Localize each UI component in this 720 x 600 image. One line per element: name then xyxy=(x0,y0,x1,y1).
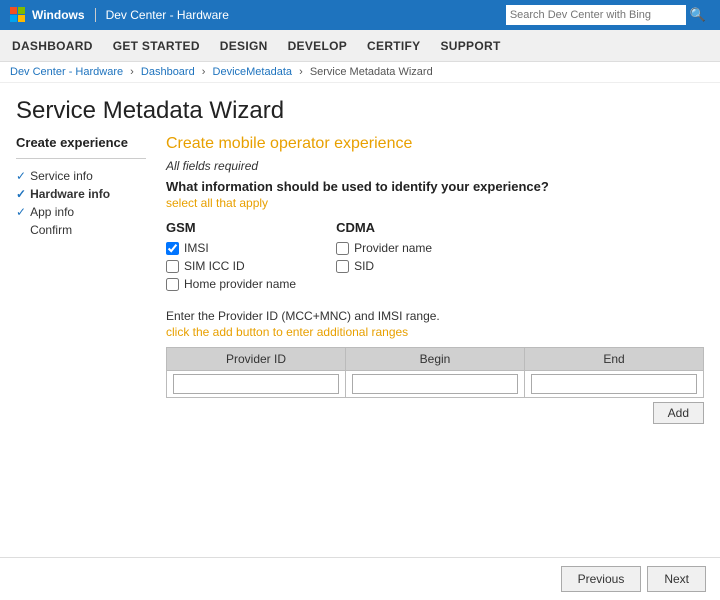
add-row: Add xyxy=(166,402,704,424)
gsm-title: GSM xyxy=(166,220,296,235)
page-title: Service Metadata Wizard xyxy=(0,83,720,135)
sidebar-item-service-info[interactable]: ✓ Service info xyxy=(16,167,146,185)
main-layout: Create experience ✓ Service info ✓ Hardw… xyxy=(0,135,720,424)
next-button[interactable]: Next xyxy=(647,566,706,592)
content-area: Create mobile operator experience All fi… xyxy=(166,135,704,424)
check-icon-confirm: ✓ xyxy=(16,223,26,237)
section-title: Create mobile operator experience xyxy=(166,135,704,153)
table-header-begin: Begin xyxy=(346,348,525,371)
topbar-logo: Windows xyxy=(10,7,85,23)
begin-input[interactable] xyxy=(352,374,518,394)
all-fields-required: All fields required xyxy=(166,159,704,173)
sidebar-label-hardware: Hardware info xyxy=(30,187,110,201)
gsm-group: GSM IMSI SIM ICC ID Home provider name xyxy=(166,220,296,295)
gsm-sim-icc-row: SIM ICC ID xyxy=(166,259,296,273)
checkbox-groups: GSM IMSI SIM ICC ID Home provider name C… xyxy=(166,220,704,295)
sidebar-divider xyxy=(16,158,146,159)
search-input[interactable] xyxy=(506,5,686,25)
nav-get-started[interactable]: GET STARTED xyxy=(111,33,202,59)
navbar: DASHBOARD GET STARTED DESIGN DEVELOP CER… xyxy=(0,30,720,62)
check-icon-app: ✓ xyxy=(16,205,26,219)
nav-develop[interactable]: DEVELOP xyxy=(286,33,349,59)
end-cell xyxy=(525,371,704,398)
cdma-provider-checkbox[interactable] xyxy=(336,242,349,255)
sidebar-item-confirm[interactable]: ✓ Confirm xyxy=(16,221,146,239)
table-header-end: End xyxy=(525,348,704,371)
gsm-home-provider-row: Home provider name xyxy=(166,277,296,291)
gsm-sim-icc-label: SIM ICC ID xyxy=(184,259,245,273)
begin-cell xyxy=(346,371,525,398)
sidebar-label-service: Service info xyxy=(30,169,93,183)
add-button[interactable]: Add xyxy=(653,402,704,424)
topbar: Windows Dev Center - Hardware 🔍 xyxy=(0,0,720,30)
gsm-home-provider-checkbox[interactable] xyxy=(166,278,179,291)
gsm-home-provider-label: Home provider name xyxy=(184,277,296,291)
add-range-link[interactable]: click the add button to enter additional… xyxy=(166,325,704,339)
provider-table: Provider ID Begin End xyxy=(166,347,704,398)
bottom-bar: Previous Next xyxy=(0,557,720,600)
sidebar: Create experience ✓ Service info ✓ Hardw… xyxy=(16,135,146,424)
sidebar-item-hardware-info[interactable]: ✓ Hardware info xyxy=(16,185,146,203)
cdma-sid-row: SID xyxy=(336,259,432,273)
table-input-row xyxy=(167,371,704,398)
sidebar-title: Create experience xyxy=(16,135,146,150)
gsm-imsi-checkbox[interactable] xyxy=(166,242,179,255)
table-header-provider-id: Provider ID xyxy=(167,348,346,371)
cdma-title: CDMA xyxy=(336,220,432,235)
check-icon-hardware: ✓ xyxy=(16,187,26,201)
breadcrumb-item-2[interactable]: DeviceMetadata xyxy=(213,66,293,78)
previous-button[interactable]: Previous xyxy=(561,566,642,592)
windows-logo-icon xyxy=(10,7,26,23)
breadcrumb-item-0[interactable]: Dev Center - Hardware xyxy=(10,66,123,78)
question-label: What information should be used to ident… xyxy=(166,179,704,194)
cdma-provider-row: Provider name xyxy=(336,241,432,255)
gsm-imsi-label: IMSI xyxy=(184,241,209,255)
gsm-imsi-row: IMSI xyxy=(166,241,296,255)
gsm-sim-icc-checkbox[interactable] xyxy=(166,260,179,273)
cdma-group: CDMA Provider name SID xyxy=(336,220,432,295)
breadcrumb-item-1[interactable]: Dashboard xyxy=(141,66,195,78)
provider-text: Enter the Provider ID (MCC+MNC) and IMSI… xyxy=(166,309,704,323)
sidebar-label-app: App info xyxy=(30,205,74,219)
nav-certify[interactable]: CERTIFY xyxy=(365,33,422,59)
select-all-link[interactable]: select all that apply xyxy=(166,196,704,210)
cdma-provider-label: Provider name xyxy=(354,241,432,255)
provider-id-input[interactable] xyxy=(173,374,339,394)
sidebar-item-app-info[interactable]: ✓ App info xyxy=(16,203,146,221)
search-button[interactable]: 🔍 xyxy=(686,7,710,23)
provider-id-cell xyxy=(167,371,346,398)
cdma-sid-label: SID xyxy=(354,259,374,273)
nav-support[interactable]: SUPPORT xyxy=(438,33,502,59)
cdma-sid-checkbox[interactable] xyxy=(336,260,349,273)
breadcrumb: Dev Center - Hardware › Dashboard › Devi… xyxy=(0,62,720,83)
check-icon-service: ✓ xyxy=(16,169,26,183)
sidebar-label-confirm: Confirm xyxy=(30,223,72,237)
breadcrumb-item-3: Service Metadata Wizard xyxy=(310,66,433,78)
nav-design[interactable]: DESIGN xyxy=(218,33,270,59)
topbar-search-area: 🔍 xyxy=(506,5,710,25)
nav-dashboard[interactable]: DASHBOARD xyxy=(10,33,95,59)
topbar-logo-label: Windows xyxy=(32,8,85,22)
topbar-title: Dev Center - Hardware xyxy=(95,8,229,22)
end-input[interactable] xyxy=(531,374,697,394)
